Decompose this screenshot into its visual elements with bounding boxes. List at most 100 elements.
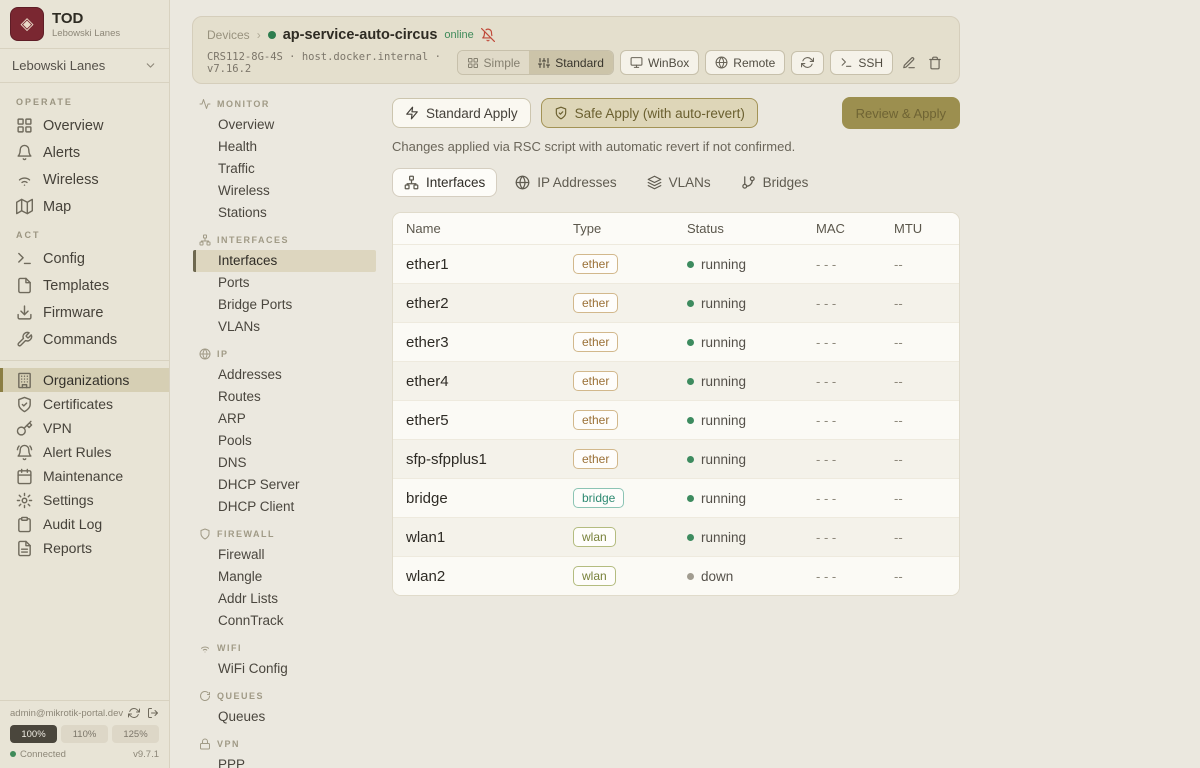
pencil-icon <box>902 56 916 70</box>
standard-apply-button[interactable]: Standard Apply <box>392 98 531 128</box>
sidebar-item-wireless[interactable]: Wireless <box>0 166 169 193</box>
device-status-dot <box>268 31 276 39</box>
zoom-100-button[interactable]: 100% <box>10 725 57 743</box>
type-badge: wlan <box>573 527 616 547</box>
subnav-item-health[interactable]: Health <box>170 136 376 158</box>
trash-icon <box>928 56 942 70</box>
content-tabs: Interfaces IP Addresses VLANs Bridges <box>392 168 960 197</box>
sidebar-item-vpn[interactable]: VPN <box>0 416 169 440</box>
remote-button[interactable]: Remote <box>705 50 785 75</box>
logout-icon[interactable] <box>147 707 159 719</box>
network-icon <box>199 234 211 246</box>
subnav-item-wireless[interactable]: Wireless <box>170 180 376 202</box>
subnav-item-wifi-config[interactable]: WiFi Config <box>170 658 376 680</box>
subnav-item-interfaces[interactable]: Interfaces <box>193 250 376 272</box>
ssh-button[interactable]: SSH <box>830 50 893 75</box>
subnav-item-conntrack[interactable]: ConnTrack <box>170 610 376 632</box>
table-row-wlan2[interactable]: wlan2 wlan down - - - -- <box>393 557 960 596</box>
subnav-item-bridge-ports[interactable]: Bridge Ports <box>170 294 376 316</box>
subnav-item-overview[interactable]: Overview <box>170 114 376 136</box>
sidebar-item-certificates[interactable]: Certificates <box>0 392 169 416</box>
tool-icon <box>16 331 33 348</box>
subnav-item-mangle[interactable]: Mangle <box>170 566 376 588</box>
sidebar-item-alert-rules[interactable]: Alert Rules <box>0 440 169 464</box>
refresh-device-button[interactable] <box>791 51 824 75</box>
sidebar-item-config[interactable]: Config <box>0 245 169 272</box>
table-row-ether3[interactable]: ether3 ether running - - - -- <box>393 323 960 362</box>
wifi-icon <box>16 171 33 188</box>
subnav-item-queues[interactable]: Queues <box>170 706 376 728</box>
subnav-section-interfaces: INTERFACES <box>170 230 376 250</box>
subnav-section-firewall: FIREWALL <box>170 524 376 544</box>
view-mode-standard-button[interactable]: Standard <box>529 51 613 74</box>
chevron-down-icon <box>144 59 157 72</box>
grid-icon <box>467 57 479 69</box>
apply-note: Changes applied via RSC script with auto… <box>392 139 960 154</box>
org-switcher[interactable]: Lebowski Lanes <box>0 49 169 83</box>
building-icon <box>16 372 33 389</box>
column-header-type: Type <box>573 213 687 245</box>
safe-apply-button[interactable]: Safe Apply (with auto-revert) <box>541 98 758 128</box>
table-row-ether1[interactable]: ether1 ether running - - - -- <box>393 245 960 284</box>
table-row-wlan1[interactable]: wlan1 wlan running - - - -- <box>393 518 960 557</box>
zoom-110-button[interactable]: 110% <box>61 725 108 743</box>
subnav-item-pools[interactable]: Pools <box>170 430 376 452</box>
view-mode-simple-button[interactable]: Simple <box>458 51 530 74</box>
table-header-row: Name Type Status MAC MTU <box>393 213 960 245</box>
refresh-icon[interactable] <box>128 707 140 719</box>
subnav-item-addresses[interactable]: Addresses <box>170 364 376 386</box>
shield-icon <box>199 528 211 540</box>
table-row-ether5[interactable]: ether5 ether running - - - -- <box>393 401 960 440</box>
subnav-item-dns[interactable]: DNS <box>170 452 376 474</box>
sidebar-item-settings[interactable]: Settings <box>0 488 169 512</box>
breadcrumb-devices-link[interactable]: Devices <box>207 28 250 42</box>
tab-interfaces[interactable]: Interfaces <box>392 168 497 197</box>
subnav-item-arp[interactable]: ARP <box>170 408 376 430</box>
status-dot <box>687 300 694 307</box>
table-row-ether4[interactable]: ether4 ether running - - - -- <box>393 362 960 401</box>
subnav-item-stations[interactable]: Stations <box>170 202 376 224</box>
winbox-button[interactable]: WinBox <box>620 50 699 75</box>
subnav-item-dhcp-server[interactable]: DHCP Server <box>170 474 376 496</box>
table-row-ether2[interactable]: ether2 ether running - - - -- <box>393 284 960 323</box>
app-logo: ◈ <box>10 7 44 41</box>
subnav-item-vlans[interactable]: VLANs <box>170 316 376 338</box>
review-apply-button[interactable]: Review & Apply <box>842 97 960 129</box>
map-icon <box>16 198 33 215</box>
type-badge: ether <box>573 332 618 352</box>
subnav-item-routes[interactable]: Routes <box>170 386 376 408</box>
terminal-icon <box>840 56 853 69</box>
sidebar-item-templates[interactable]: Templates <box>0 272 169 299</box>
subnav-item-addr-lists[interactable]: Addr Lists <box>170 588 376 610</box>
subnav-item-traffic[interactable]: Traffic <box>170 158 376 180</box>
delete-device-button[interactable] <box>925 54 945 72</box>
subnav-item-ppp[interactable]: PPP <box>170 754 376 768</box>
sidebar-item-firmware[interactable]: Firmware <box>0 299 169 326</box>
apply-mode-bar: Standard Apply Safe Apply (with auto-rev… <box>392 97 960 129</box>
subnav-item-dhcp-client[interactable]: DHCP Client <box>170 496 376 518</box>
status-label: running <box>701 335 746 350</box>
sidebar-item-alerts[interactable]: Alerts <box>0 139 169 166</box>
tab-ip-addresses[interactable]: IP Addresses <box>503 168 628 197</box>
brand-org-subtitle: Lebowski Lanes <box>52 28 120 39</box>
table-row-sfp-sfpplus1[interactable]: sfp-sfpplus1 ether running - - - -- <box>393 440 960 479</box>
sidebar-item-commands[interactable]: Commands <box>0 326 169 353</box>
sidebar-item-organizations[interactable]: Organizations <box>0 368 169 392</box>
tab-bridges[interactable]: Bridges <box>729 168 821 197</box>
sidebar-item-maintenance[interactable]: Maintenance <box>0 464 169 488</box>
zoom-125-button[interactable]: 125% <box>112 725 159 743</box>
table-row-bridge[interactable]: bridge bridge running - - - -- <box>393 479 960 518</box>
edit-device-button[interactable] <box>899 54 919 72</box>
status-dot <box>687 261 694 268</box>
sidebar-item-overview[interactable]: Overview <box>0 112 169 139</box>
sidebar-item-reports[interactable]: Reports <box>0 536 169 560</box>
sidebar-item-audit-log[interactable]: Audit Log <box>0 512 169 536</box>
tab-vlans[interactable]: VLANs <box>635 168 723 197</box>
clipboard-icon <box>16 516 33 533</box>
breadcrumb: Devices › ap-service-auto-circus online <box>207 27 945 43</box>
sidebar-item-map[interactable]: Map <box>0 193 169 220</box>
subnav-item-firewall[interactable]: Firewall <box>170 544 376 566</box>
notifications-muted-icon[interactable] <box>481 28 495 42</box>
subnav-item-ports[interactable]: Ports <box>170 272 376 294</box>
status-dot <box>687 495 694 502</box>
